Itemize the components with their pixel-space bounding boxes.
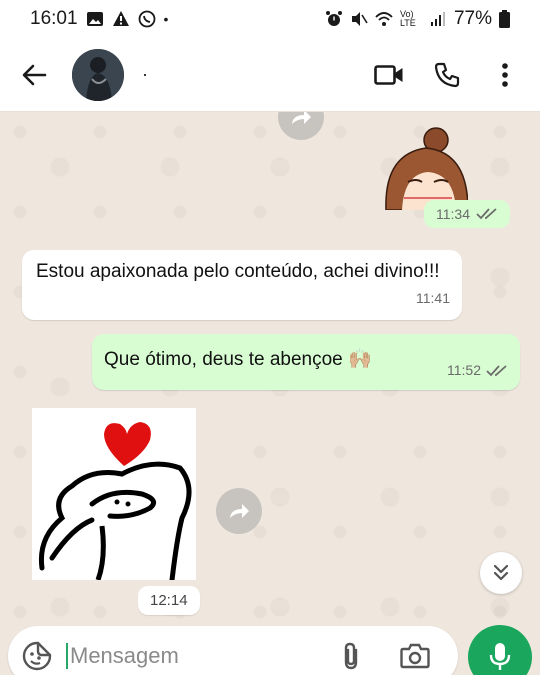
forward-arrow-icon xyxy=(230,504,249,518)
forward-sticker-button[interactable] xyxy=(216,488,262,534)
sticker-flork-incoming[interactable] xyxy=(32,408,196,583)
signal-icon xyxy=(430,12,445,26)
battery-percent: 77% xyxy=(453,8,492,29)
gallery-notification-icon xyxy=(86,12,103,26)
forward-arrow-icon xyxy=(292,112,311,124)
sticker-out-time: 11:34 xyxy=(436,206,470,222)
scroll-to-bottom-button[interactable] xyxy=(480,552,522,594)
phone-icon xyxy=(434,62,460,87)
video-camera-icon xyxy=(374,64,403,85)
chat-header: · xyxy=(0,38,540,112)
status-time: 16:01 xyxy=(30,8,78,29)
arrow-left-icon xyxy=(22,64,47,85)
message-text: Estou apaixonada pelo conteúdo, achei di… xyxy=(36,261,440,282)
sticker-in-timestamp: 12:14 xyxy=(138,586,200,615)
video-call-button[interactable] xyxy=(374,60,404,90)
contact-avatar[interactable] xyxy=(72,48,124,101)
sticker-out-timestamp: 11:34 xyxy=(424,200,510,228)
message-outgoing[interactable]: Que ótimo, deus te abençoe 🙌🏼 11:52 xyxy=(92,334,520,390)
double-check-icon xyxy=(476,208,497,220)
camera-icon xyxy=(400,643,430,669)
message-meta: 11:52 xyxy=(447,357,508,384)
double-check-icon xyxy=(486,364,507,376)
microphone-icon xyxy=(489,643,511,670)
voice-call-button[interactable] xyxy=(432,60,462,90)
wifi-icon xyxy=(375,12,393,26)
message-time: 11:52 xyxy=(447,362,481,378)
warning-notification-icon xyxy=(112,11,129,26)
double-chevron-down-icon xyxy=(493,564,509,581)
more-notifications-dot-icon: • xyxy=(163,11,169,27)
chat-area[interactable]: 11:34 Estou apaixonada pelo conteúdo, ac… xyxy=(0,112,540,620)
message-text: Que ótimo, deus te abençoe 🙌🏼 xyxy=(104,349,372,370)
battery-icon xyxy=(499,10,510,28)
whatsapp-notification-icon xyxy=(138,10,155,28)
more-options-button[interactable] xyxy=(490,60,520,90)
message-meta: 11:41 xyxy=(416,285,450,312)
sticker-girl-outgoing[interactable] xyxy=(384,124,469,211)
message-composer xyxy=(0,620,540,675)
status-bar: 16:01 • Vo) LTE 77% xyxy=(0,0,540,38)
voice-message-button[interactable] xyxy=(468,625,532,675)
sticker-emoji-button[interactable] xyxy=(20,639,54,673)
paperclip-icon xyxy=(344,642,358,670)
sticker-emoji-icon xyxy=(22,641,52,671)
message-input[interactable] xyxy=(66,643,316,669)
message-incoming[interactable]: Estou apaixonada pelo conteúdo, achei di… xyxy=(22,250,462,320)
network-type: Vo) LTE xyxy=(399,9,416,28)
back-button[interactable] xyxy=(14,55,54,95)
message-time: 11:41 xyxy=(416,290,450,306)
girl-sticker-icon xyxy=(385,127,469,211)
input-pill xyxy=(8,626,458,675)
camera-button[interactable] xyxy=(398,639,432,673)
alarm-icon xyxy=(325,11,342,26)
contact-name[interactable]: · xyxy=(142,64,374,85)
avatar-photo-icon xyxy=(72,48,124,101)
more-vertical-icon xyxy=(502,62,508,87)
flork-heart-sticker-icon xyxy=(32,408,196,583)
attach-button[interactable] xyxy=(334,639,368,673)
mute-icon xyxy=(351,12,368,26)
